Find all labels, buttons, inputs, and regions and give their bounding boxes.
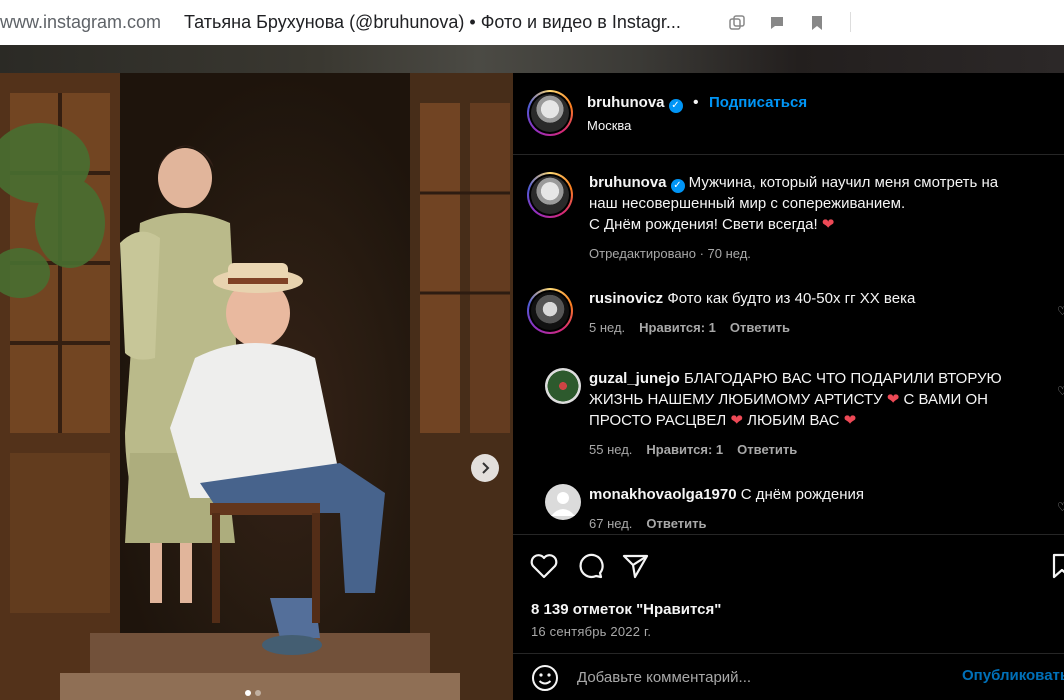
- carousel-indicator: [245, 690, 261, 696]
- caption-text-line2: наш несовершенный мир с сопереживанием.: [589, 195, 906, 212]
- carousel-dot: [255, 690, 261, 696]
- caption-meta: Отредактировано · 70 нед.: [589, 246, 751, 261]
- chevron-right-icon: [482, 462, 490, 474]
- reply-button[interactable]: Ответить: [737, 439, 797, 460]
- author-avatar[interactable]: [527, 90, 573, 136]
- comment-meta: 67 нед. Ответить: [589, 513, 1059, 534]
- comment-age: 55 нед.: [589, 442, 633, 457]
- address-bar-url[interactable]: www.instagram.com: [0, 12, 170, 33]
- commenter-avatar[interactable]: [527, 288, 573, 334]
- comment-body: rusinovicz Фото как будто из 40-50х гг X…: [589, 288, 1059, 338]
- caption-username[interactable]: bruhunova: [589, 174, 667, 191]
- share-icon: [622, 554, 649, 579]
- comment-input[interactable]: [577, 660, 937, 694]
- commenter-username[interactable]: monakhovaolga1970: [589, 486, 737, 503]
- header-separator: •: [692, 94, 699, 111]
- comment-text: Фото как будто из 40-50х гг XX века: [667, 290, 916, 307]
- heart-icon: [530, 554, 558, 579]
- commenter-avatar[interactable]: [545, 368, 581, 404]
- caption-text-line1: Мужчина, который научил меня смотреть на: [688, 174, 999, 191]
- caption-text-line3: С Днём рождения! Свети всегда!: [589, 216, 822, 233]
- caption-body: bruhunova ✓ Мужчина, который научил меня …: [589, 172, 1059, 264]
- post-photo[interactable]: [0, 73, 513, 700]
- verified-icon: ✓: [668, 99, 683, 113]
- red-heart-icon: ❤: [886, 391, 900, 408]
- browser-title-bar: www.instagram.com Татьяна Брухунова (@br…: [0, 0, 1064, 45]
- likes-count[interactable]: 8 139 отметок "Нравится": [531, 601, 721, 618]
- like-comment-heart-icon[interactable]: ♡: [1057, 384, 1064, 398]
- bookmark-page-icon[interactable]: [808, 14, 826, 32]
- comment-text-line3: ПРОСТО РАСЦВЕЛ: [589, 412, 731, 429]
- comment-body: monakhovaolga1970 С днём рождения 67 нед…: [589, 484, 1059, 534]
- comment-likes[interactable]: Нравится: 1: [639, 317, 716, 338]
- post-header: bruhunova ✓ • Подписаться Москва: [513, 73, 1064, 155]
- comment-meta: 55 нед. Нравится: 1 Ответить: [589, 439, 1059, 460]
- action-icons: [529, 551, 651, 581]
- default-avatar-icon: [551, 492, 575, 516]
- publish-button[interactable]: Опубликовать: [962, 667, 1064, 684]
- comment-icon: [579, 553, 604, 579]
- couple-photo-illustration: [0, 73, 513, 700]
- comments-list: bruhunova ✓ Мужчина, который научил меня …: [513, 156, 1064, 534]
- comment-text: С днём рождения: [740, 486, 865, 503]
- comment-likes[interactable]: Нравится: 1: [646, 439, 723, 460]
- red-heart-icon: ❤: [821, 216, 835, 233]
- tab-title: Татьяна Брухунова (@bruhunova) • Фото и …: [184, 12, 681, 32]
- commenter-username[interactable]: rusinovicz: [589, 290, 663, 307]
- comment-body: guzal_junejo БЛАГОДАРЮ ВАС ЧТО ПОДАРИЛИ …: [589, 368, 1059, 460]
- commenter-avatar[interactable]: [545, 484, 581, 520]
- like-button[interactable]: [529, 551, 559, 581]
- reply-button[interactable]: Ответить: [730, 317, 790, 338]
- red-heart-icon: ❤: [843, 412, 857, 429]
- post-location[interactable]: Москва: [587, 118, 631, 133]
- background-page-strip: [0, 45, 1064, 73]
- like-comment-heart-icon[interactable]: ♡: [1057, 304, 1064, 318]
- emoji-button[interactable]: [531, 664, 559, 692]
- toolbar-divider: [850, 12, 851, 32]
- verified-icon: ✓: [670, 179, 685, 193]
- next-photo-button[interactable]: [471, 454, 499, 482]
- caption-avatar[interactable]: [527, 172, 573, 218]
- chat-icon[interactable]: [768, 14, 786, 32]
- bookmark-icon: [1052, 553, 1064, 579]
- comment-text-line2b: С ВАМИ ОН: [899, 391, 988, 408]
- browser-toolbar: [728, 0, 826, 45]
- like-comment-heart-icon[interactable]: ♡: [1057, 500, 1064, 514]
- comment-button[interactable]: [575, 551, 605, 581]
- commenter-username[interactable]: guzal_junejo: [589, 370, 680, 387]
- share-button[interactable]: [621, 551, 651, 581]
- comment-age: 5 нед.: [589, 320, 626, 335]
- add-comment-bar: Опубликовать: [513, 653, 1064, 700]
- author-username[interactable]: bruhunova: [587, 94, 665, 111]
- save-button[interactable]: [1047, 551, 1064, 581]
- comment-meta: 5 нед. Нравится: 1 Ответить: [589, 317, 1059, 338]
- comment-text-line2: ЖИЗНЬ НАШЕМУ ЛЮБИМОМУ АРТИСТУ: [589, 391, 887, 408]
- comment-age: 67 нед.: [589, 516, 633, 531]
- comment-text-line3b: ЛЮБИМ ВАС: [743, 412, 844, 429]
- comment-text-line1: БЛАГОДАРЮ ВАС ЧТО ПОДАРИЛИ ВТОРУЮ: [684, 370, 1002, 387]
- carousel-dot-active: [245, 690, 251, 696]
- tabs-icon[interactable]: [728, 14, 746, 32]
- emoji-icon: [532, 665, 558, 691]
- post-date: 16 сентябрь 2022 г.: [531, 624, 652, 639]
- reply-button[interactable]: Ответить: [646, 513, 706, 534]
- follow-button[interactable]: Подписаться: [709, 94, 807, 111]
- post-details-panel: bruhunova ✓ • Подписаться Москва bruhunov…: [513, 73, 1064, 700]
- red-heart-icon: ❤: [730, 412, 743, 429]
